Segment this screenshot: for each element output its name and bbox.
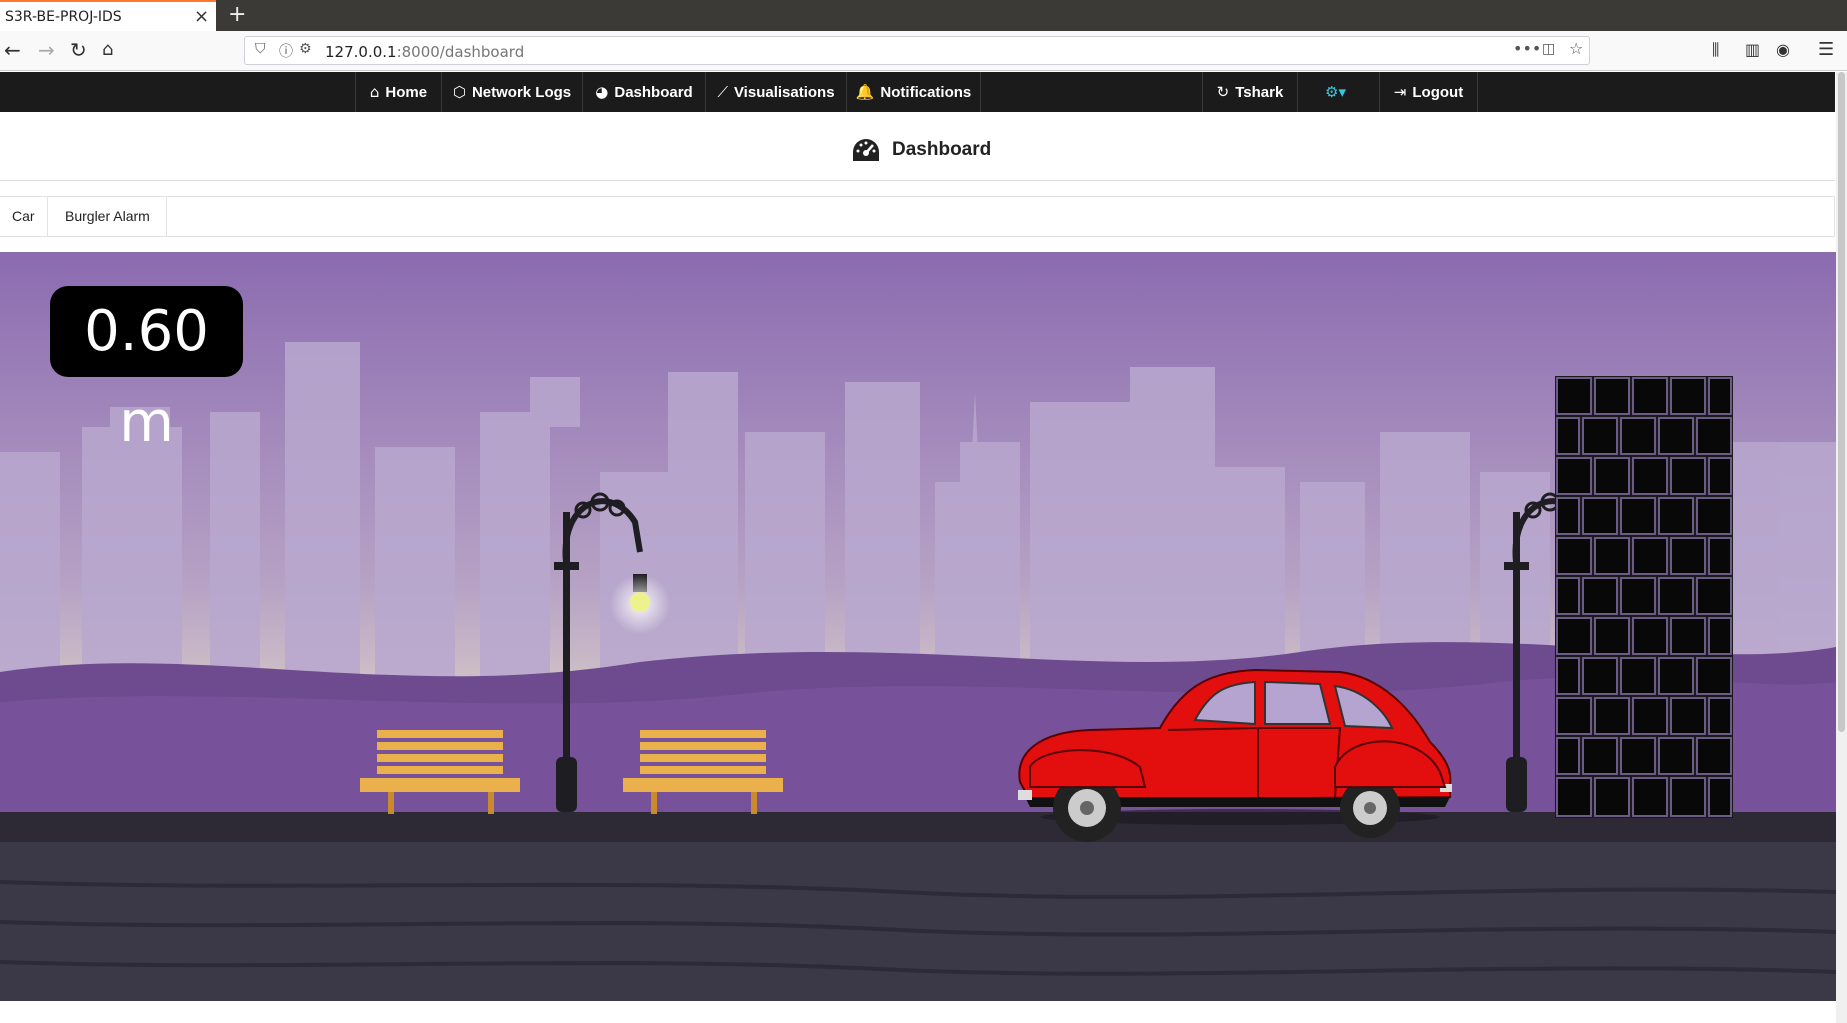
tab-burgler-alarm[interactable]: Burgler Alarm bbox=[49, 197, 167, 236]
dashboard-icon: ◕ bbox=[595, 83, 609, 101]
page-scrollbar[interactable] bbox=[1836, 72, 1847, 1023]
brick-wall bbox=[1555, 376, 1733, 818]
browser-tabstrip: S3R-BE-PROJ-IDS × + bbox=[0, 0, 1847, 31]
scrollbar-thumb[interactable] bbox=[1838, 72, 1845, 732]
scene-illustration bbox=[0, 252, 1836, 1001]
page-title: Dashboard bbox=[892, 139, 992, 160]
home-icon[interactable]: ⌂ bbox=[102, 39, 113, 61]
bookmark-star-icon[interactable]: ☆ bbox=[1569, 39, 1583, 58]
url-text[interactable]: 127.0.0.1:8000/dashboard bbox=[325, 43, 524, 61]
account-icon[interactable]: ◉ bbox=[1776, 39, 1790, 61]
nav-tshark[interactable]: ↻ Tshark bbox=[1202, 72, 1298, 112]
pocket-icon[interactable]: ◫ bbox=[1542, 41, 1555, 57]
menu-icon[interactable]: ☰ bbox=[1818, 39, 1834, 61]
permissions-icon[interactable]: ⚙ bbox=[299, 41, 312, 57]
tab-car[interactable]: Car bbox=[0, 197, 48, 236]
page-bottom bbox=[0, 1001, 1836, 1023]
reload-icon[interactable]: ↻ bbox=[70, 39, 87, 61]
nav-network-logs[interactable]: ⬡ Network Logs bbox=[442, 72, 583, 112]
page-header: Dashboard bbox=[0, 112, 1835, 181]
more-actions-icon[interactable]: ••• bbox=[1513, 39, 1541, 58]
device-tabs: Car Burgler Alarm bbox=[0, 196, 1835, 237]
bell-icon: 🔔 bbox=[855, 83, 875, 101]
back-icon[interactable]: ← bbox=[4, 39, 21, 61]
forward-icon[interactable]: → bbox=[38, 39, 55, 61]
info-icon[interactable]: ⓘ bbox=[279, 41, 293, 61]
home-icon: ⌂ bbox=[369, 83, 380, 101]
browser-tab[interactable]: S3R-BE-PROJ-IDS × bbox=[0, 0, 216, 31]
logout-icon: ⇥ bbox=[1393, 83, 1407, 101]
gear-icon: ⚙▾ bbox=[1325, 83, 1346, 101]
chart-icon: ⟋ bbox=[717, 83, 728, 101]
network-icon: ⬡ bbox=[452, 83, 466, 101]
shield-icon: ⛉ bbox=[255, 41, 266, 57]
dashboard-icon bbox=[853, 139, 879, 161]
tab-title: S3R-BE-PROJ-IDS bbox=[5, 9, 122, 25]
sidebar-icon[interactable]: ▥ bbox=[1745, 39, 1760, 61]
settings-dropdown[interactable]: ⚙▾ bbox=[1298, 72, 1380, 112]
refresh-icon: ↻ bbox=[1216, 83, 1230, 101]
address-bar[interactable]: ⛉ ⓘ ⚙ 127.0.0.1:8000/dashboard ••• ◫ ☆ bbox=[244, 36, 1590, 65]
distance-readout: 0.60 m bbox=[50, 286, 243, 455]
app-navbar: ⌂ Home ⬡ Network Logs ◕ Dashboard ⟋ Visualis… bbox=[0, 72, 1835, 112]
nav-dashboard[interactable]: ◕ Dashboard bbox=[583, 72, 706, 112]
nav-logout[interactable]: ⇥ Logout bbox=[1380, 72, 1478, 112]
browser-toolbar: ← → ↻ ⌂ ⛉ ⓘ ⚙ 127.0.0.1:8000/dashboard •… bbox=[0, 31, 1847, 71]
car-scene: 0.60 m bbox=[0, 252, 1836, 1001]
nav-visualisations[interactable]: ⟋ Visualisations bbox=[706, 72, 847, 112]
new-tab-button[interactable]: + bbox=[228, 2, 246, 27]
nav-home[interactable]: ⌂ Home bbox=[355, 72, 442, 112]
nav-notifications[interactable]: 🔔 Notifications bbox=[847, 72, 981, 112]
library-icon[interactable]: ⫼ bbox=[1712, 39, 1719, 61]
close-tab-icon[interactable]: × bbox=[194, 6, 209, 27]
